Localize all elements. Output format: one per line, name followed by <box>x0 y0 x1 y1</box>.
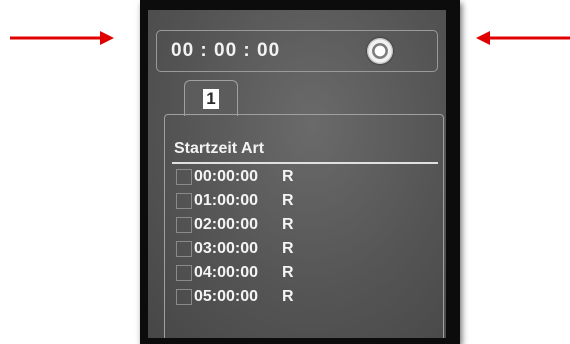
tab-1[interactable]: 1 <box>184 80 238 116</box>
row-type: R <box>282 264 294 281</box>
list-header: Startzeit Art <box>174 140 265 157</box>
row-type: R <box>282 216 294 233</box>
row-start-time: 04:00:00 <box>194 264 259 281</box>
row-checkbox[interactable] <box>176 217 192 233</box>
screenshot-stage: 00 : 00 : 00 1 Startzeit Art 00:00:00 R … <box>0 0 570 344</box>
row-checkbox[interactable] <box>176 265 192 281</box>
row-start-time: 03:00:00 <box>194 240 259 257</box>
tab-label: 1 <box>203 89 219 109</box>
row-type: R <box>282 168 294 185</box>
row-start-time: 05:00:00 <box>194 288 259 305</box>
annotation-arrow-right-icon <box>10 31 114 45</box>
row-start-time: 01:00:00 <box>194 192 259 209</box>
annotation-arrow-left-icon <box>476 31 570 45</box>
list-item[interactable]: 04:00:00 R <box>176 262 294 284</box>
row-type: R <box>282 240 294 257</box>
record-icon[interactable] <box>367 38 393 64</box>
list-item[interactable]: 03:00:00 R <box>176 238 294 260</box>
list-item[interactable]: 05:00:00 R <box>176 286 294 308</box>
list-item[interactable]: 01:00:00 R <box>176 190 294 212</box>
row-checkbox[interactable] <box>176 289 192 305</box>
timer-display: 00 : 00 : 00 <box>171 40 281 61</box>
header-divider <box>172 162 438 164</box>
row-checkbox[interactable] <box>176 193 192 209</box>
row-checkbox[interactable] <box>176 169 192 185</box>
row-start-time: 02:00:00 <box>194 216 259 233</box>
row-type: R <box>282 192 294 209</box>
row-type: R <box>282 288 294 305</box>
row-start-time: 00:00:00 <box>194 168 259 185</box>
list-item[interactable]: 02:00:00 R <box>176 214 294 236</box>
device-screen: 00 : 00 : 00 1 Startzeit Art 00:00:00 R … <box>148 10 446 338</box>
device-display: 00 : 00 : 00 1 Startzeit Art 00:00:00 R … <box>140 0 460 344</box>
list-item[interactable]: 00:00:00 R <box>176 166 294 188</box>
row-checkbox[interactable] <box>176 241 192 257</box>
timer-panel: 00 : 00 : 00 <box>156 30 438 72</box>
